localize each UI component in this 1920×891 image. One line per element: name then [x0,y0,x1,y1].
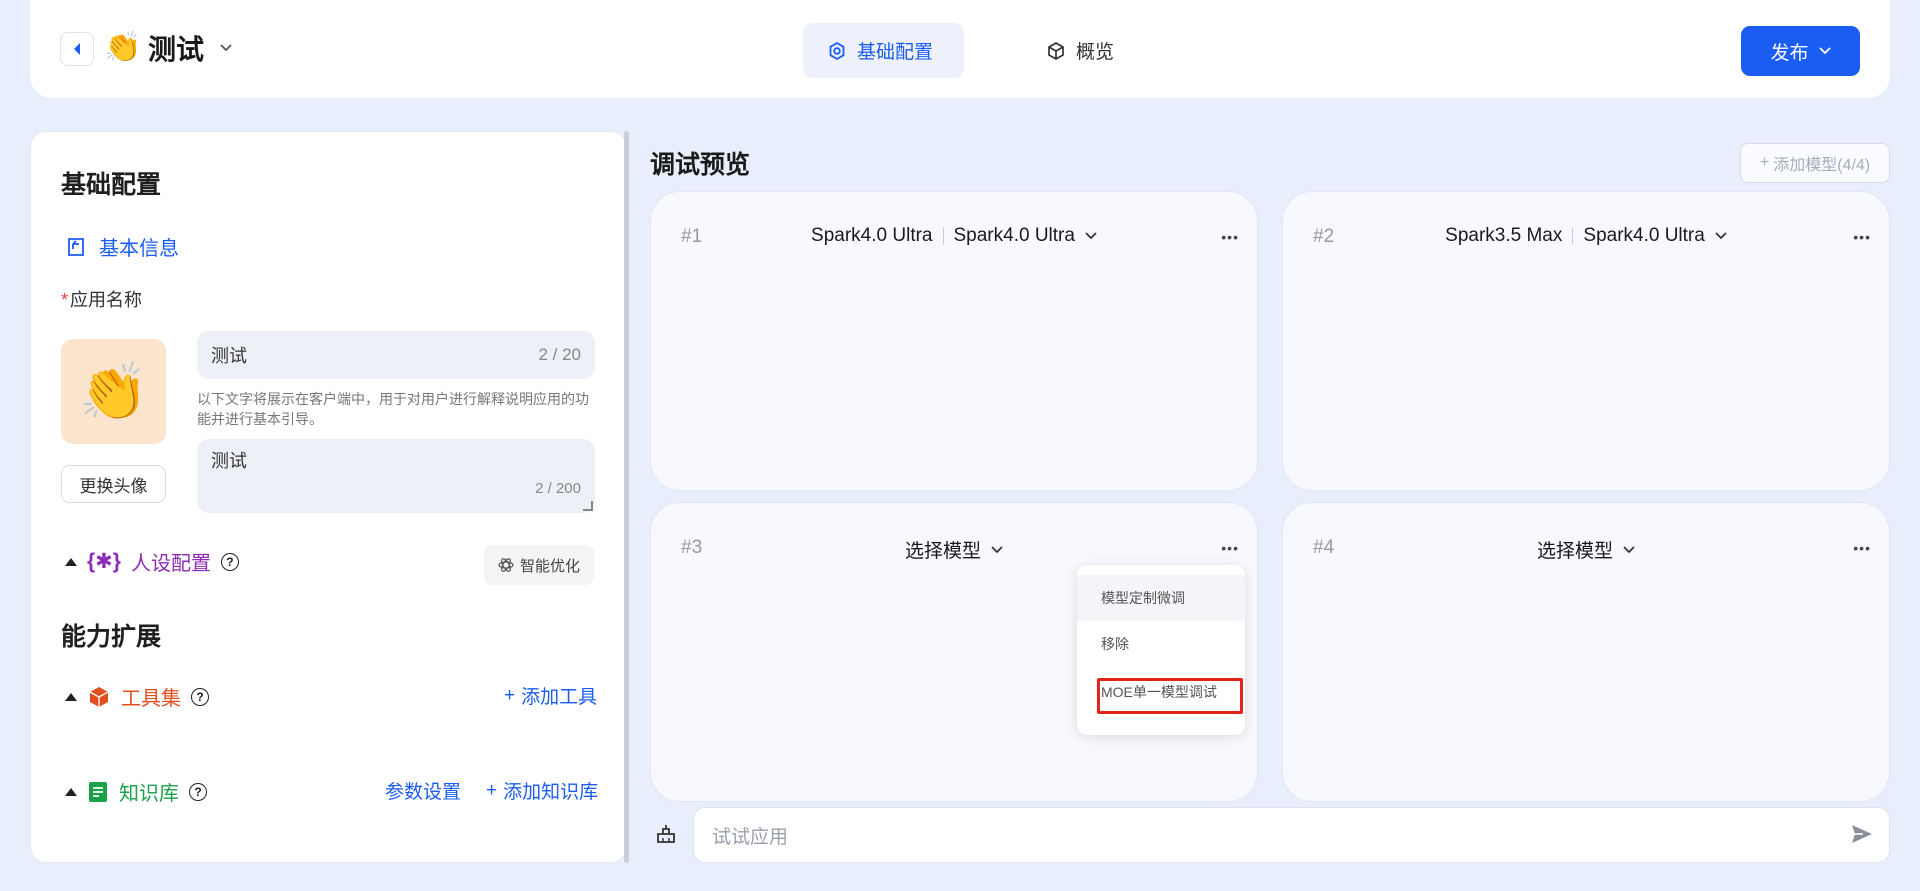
model-selector[interactable]: Spark4.0 Ultra Spark4.0 Ultra [651,225,1257,247]
hint-text: 以下文字将展示在客户端中，用于对用户进行解释说明应用的功能并进行基本引导。 [197,391,589,427]
send-icon[interactable] [1850,822,1874,846]
basic-info-link[interactable]: 基本信息 [65,232,179,261]
description-value: 测试 [211,451,247,471]
chevron-down-icon [1085,232,1097,240]
tab-basic-config[interactable]: 基础配置 [803,23,964,78]
change-avatar-button[interactable]: 更换头像 [61,465,166,503]
description-textarea[interactable]: 测试 2 / 200 [197,439,595,513]
section-title: 能力扩展 [61,623,162,651]
app-icon: 👏 [104,31,142,64]
chevron-down-icon[interactable] [220,44,232,52]
caret-left-icon [74,43,80,55]
knowledge-label: 知识库 [119,783,179,805]
cube-icon [1048,41,1064,60]
divider [942,227,944,245]
knowledge-row[interactable]: 知识库 ? [65,777,207,806]
top-bar: 👏 测试 基础配置 概览 发布 [30,0,1890,98]
app-name-value: 测试 [211,346,247,366]
more-icon[interactable]: ••• [1853,229,1871,245]
plus-icon: + [486,779,498,801]
param-settings-link[interactable]: 参数设置 [385,777,461,804]
persona-label: 人设配置 [130,553,211,575]
tab-label: 基础配置 [857,42,934,63]
publish-label: 发布 [1770,42,1809,64]
model-selector[interactable]: 选择模型 [651,536,1257,563]
book-icon [89,781,107,802]
model-card-4: #4 选择模型 ••• [1282,502,1890,802]
add-model-button[interactable]: + 添加模型(4/4) [1740,143,1890,183]
gear-icon [829,41,845,60]
info-frame-icon [68,237,84,256]
tab-overview[interactable]: 概览 [1022,23,1138,78]
collapse-icon[interactable] [65,692,77,701]
chat-placeholder: 试试应用 [712,826,789,848]
model-selector[interactable]: Spark3.5 Max Spark4.0 Ultra [1283,225,1889,247]
box-icon [89,686,109,707]
clear-icon[interactable] [654,822,678,846]
tools-label: 工具集 [121,688,181,710]
smart-optimize-label: 智能优化 [519,557,580,575]
plus-icon: + [504,684,516,706]
add-knowledge-link[interactable]: + 添加知识库 [486,777,598,804]
config-panel: 基础配置 基本信息 * 应用名称 👏 更换头像 测试 2 / 20 以下文字将展示… [30,131,627,863]
help-icon[interactable]: ? [220,552,239,571]
add-tool-link[interactable]: + 添加工具 [504,682,597,709]
tools-row[interactable]: 工具集 ? [65,682,209,711]
smart-optimize-button[interactable]: 智能优化 [484,545,594,585]
panel-scrollbar[interactable] [624,131,629,863]
app-name-input[interactable]: 测试 2 / 20 [197,331,595,379]
collapse-icon[interactable] [65,787,77,796]
basic-info-label: 基本信息 [99,238,179,260]
menu-item-finetune[interactable]: 模型定制微调 [1077,575,1245,621]
atom-icon [498,558,514,572]
help-icon[interactable]: ? [189,782,207,801]
chevron-down-icon [1715,232,1727,240]
collapse-icon[interactable] [65,557,77,566]
avatar[interactable]: 👏 [61,339,166,444]
menu-item-remove[interactable]: 移除 [1077,621,1245,667]
section-title: 基础配置 [61,171,162,199]
char-count: 2 / 20 [538,345,581,364]
chevron-down-icon [1623,545,1635,553]
app-title[interactable]: 测试 [148,33,204,67]
chat-input[interactable]: 试试应用 [693,807,1890,863]
brace-asterisk-icon: {✱} [87,550,121,573]
model-card-2: #2 Spark3.5 Max Spark4.0 Ultra ••• [1282,191,1890,491]
resize-handle[interactable] [583,501,593,511]
more-icon[interactable]: ••• [1221,229,1239,245]
highlight-box [1097,678,1243,714]
more-icon[interactable]: ••• [1221,540,1239,556]
chevron-down-icon [1818,47,1831,55]
model-selector[interactable]: 选择模型 [1283,536,1889,563]
model-card-1: #1 Spark4.0 Ultra Spark4.0 Ultra ••• [650,191,1258,491]
publish-button[interactable]: 发布 [1741,26,1860,76]
tab-label: 概览 [1076,42,1115,63]
persona-row[interactable]: {✱} 人设配置 ? [65,547,239,576]
back-button[interactable] [60,32,94,66]
help-icon[interactable]: ? [191,687,209,706]
divider [1572,227,1574,245]
plus-icon: + [1759,154,1770,171]
app-name-label: * 应用名称 [61,290,143,310]
more-icon[interactable]: ••• [1853,540,1871,556]
char-count: 2 / 200 [535,480,581,497]
debug-preview-title: 调试预览 [650,151,751,179]
chevron-down-icon [991,545,1003,553]
